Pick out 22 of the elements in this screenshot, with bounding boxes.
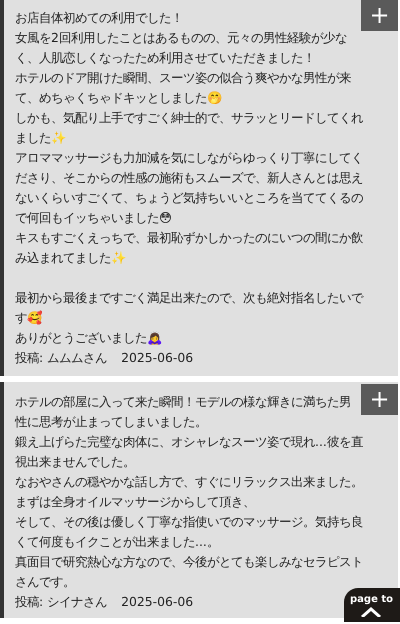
- review-text: 真面目で研究熱心な方なので、今後がとても楽しみなセラピストさんです。: [15, 553, 364, 591]
- review-text: そして、その後は優しく丁寧な指使いでのマッサージ。気持ち良くて何度もイクことが出来ました...。: [15, 513, 364, 551]
- review-text: ありがとうございました🙇‍♀: [15, 329, 163, 347]
- chevron-up-icon: [360, 607, 382, 617]
- page-top-button[interactable]: page to: [344, 588, 400, 622]
- review-text: まずは全身オイルマッサージからして頂き、: [15, 493, 256, 511]
- review-text: 女風を2回利用したことはあるものの、元々の男性経験が少なく、人肌恋しくなったため利用させていただきました！: [15, 29, 348, 67]
- review-author: 投稿: ムムムさん: [15, 349, 108, 367]
- review-text: ホテルの部屋に入って来た瞬間！モデルの様な輝きに満ちた男性に思考が止まってしまいました。: [15, 393, 352, 431]
- review-text: 鍛え上げらた完璧な肉体に、オシャレなスーツ姿で現れ...彼を直視出来ませんでした。: [15, 433, 364, 471]
- review-date: 2025-06-06: [121, 593, 194, 611]
- review-text: キスもすごくえっちで、最初恥ずかしかったのにいつの間にか飲み込まれてました✨: [15, 229, 364, 267]
- review-text: なおやさんの穏やかな話し方で、すぐにリラックス出来ました。: [15, 473, 364, 491]
- expand-button[interactable]: +: [361, 0, 398, 31]
- review-author: 投稿: シイナさん: [15, 593, 108, 611]
- review-text: 最初から最後まですごく満足出来たので、次も絶対指名したいです🥰: [15, 289, 364, 327]
- review-text: アロママッサージも力加減を気にしながらゆっくり丁寧にしてくださり、そこからの性感の施術もスムーズで、新人さんとは思えないくらいすごくて、ちょうど気持ちいいところを当ててくるので何回もイッちゃいました😳: [15, 149, 364, 227]
- review-text: しかも、気配り上手ですごく紳士的で、サラッとリードしてくれました✨: [15, 109, 364, 147]
- review-date: 2025-06-06: [121, 349, 194, 367]
- review-text: ホテルのドア開けた瞬間、スーツ姿の似合う爽やかな男性が来て、めちゃくちゃドキッとしました🤭: [15, 69, 352, 107]
- review-text: お店自体初めての利用でした！: [15, 9, 184, 27]
- expand-button[interactable]: +: [361, 384, 398, 415]
